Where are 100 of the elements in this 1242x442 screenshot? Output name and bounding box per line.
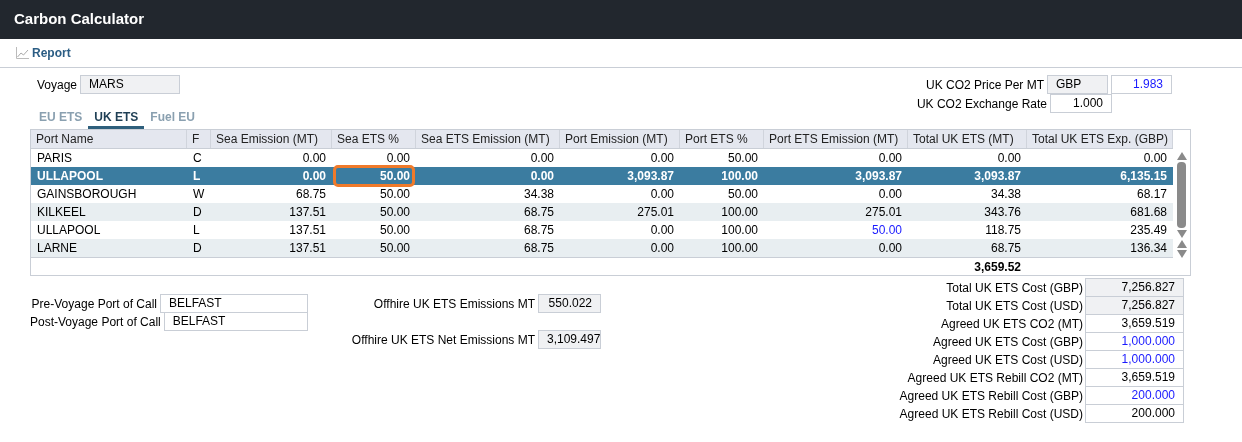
currency-field[interactable]: GBP [1047,75,1108,94]
field-label: Agreed UK ETS Rebill Cost (USD) [899,405,1083,423]
column-header[interactable]: Port Emission (MT) [560,130,680,148]
column-header[interactable]: Sea Emission (MT) [211,130,332,148]
field-label: Offhire UK ETS Emissions MT [373,295,535,313]
table-cell-text: 0.00 [301,150,327,167]
table-cell-text: 0.00 [996,150,1022,167]
table-cell-text: 50.00 [870,222,903,239]
scroll-up-icon[interactable] [1176,152,1187,160]
table-cell-text: 137.51 [288,222,327,239]
table-cell-text: 6,135.15 [1119,168,1168,185]
table-cell-text: 100.00 [720,222,759,239]
table-cell-text: ULLAPOOL [36,168,104,185]
cost-field[interactable]: 200.000 [1085,404,1184,423]
table-cell-text: LARNE [36,240,78,257]
table-cell-text: 0.00 [877,150,903,167]
table-cell-text: 0.00 [301,168,327,185]
table-cell-text: 0.00 [385,150,411,167]
table-cell-text: L [192,222,201,239]
price-field[interactable]: 1.983 [1111,75,1172,94]
voyage-field[interactable]: MARS [80,75,181,94]
table-cell-text: 3,093.87 [973,168,1022,185]
table-cell-text: 50.00 [378,204,411,221]
table-cell-text: 275.01 [636,204,675,221]
table-cell: 50.00 [335,167,413,185]
chart-icon [16,47,29,59]
table-cell-text: 681.68 [1129,204,1168,221]
table-row[interactable]: KILKEEL D 137.51 50.00 68.75 275.01 100.00 275.01 343.76 681.68 [31,203,1173,221]
column-header[interactable]: Sea ETS % [332,130,416,148]
field-label: Offhire UK ETS Net Emissions MT [351,331,535,349]
table-cell-text: GAINSBOROUGH [36,186,138,203]
field-label: Total UK ETS Cost (GBP) [946,279,1083,297]
column-header[interactable]: Port ETS Emission (MT) [764,130,908,148]
table-cell-text: 0.00 [649,222,675,239]
table-cell-text: 68.17 [1135,186,1168,203]
table-cell-text: 275.01 [864,204,903,221]
table-cell-text: 0.00 [877,240,903,257]
table-cell-text: 50.00 [726,186,759,203]
window-title: Carbon Calculator [14,9,145,30]
field-label: Agreed UK ETS Rebill CO2 (MT) [907,369,1083,387]
table-cell-text: 68.75 [989,240,1022,257]
scrollbar-thumb[interactable] [1177,162,1186,228]
field-label: Agreed UK ETS CO2 (MT) [940,315,1083,333]
field-label: Agreed UK ETS Cost (GBP) [932,333,1083,351]
table-cell-text: 50.00 [378,186,411,203]
table-cell-text: 0.00 [649,240,675,257]
table-row[interactable]: LARNE D 137.51 50.00 68.75 0.00 100.00 0.00 68.75 136.34 [31,239,1173,257]
table-cell-text: 0.00 [877,186,903,203]
table-cell-text: 0.00 [529,150,555,167]
table-cell-text: 68.75 [294,186,327,203]
column-header[interactable]: Port ETS % [680,130,764,148]
table-cell-text: L [192,168,202,185]
table-cell-text: 3,093.87 [626,168,675,185]
field-label: Agreed UK ETS Cost (USD) [932,351,1083,369]
table-cell-text: 34.38 [989,186,1022,203]
table-cell-text: ULLAPOOL [36,222,102,239]
column-header[interactable]: Total UK ETS (MT) [908,130,1027,148]
report-button[interactable]: Report [16,44,71,62]
table-cell-text: 0.00 [649,150,675,167]
table-row[interactable]: ULLAPOOL L 0.00 50.00 0.00 3,093.87 100.00 3,093.87 3,093.87 6,135.15 [31,167,1173,185]
field-label: Agreed UK ETS Rebill Cost (GBP) [899,387,1083,405]
table-cell-text: 100.00 [720,240,759,257]
emissions-field[interactable]: 550.022 [538,294,601,313]
table-cell-text: 0.00 [1142,150,1168,167]
table-cell-text: 100.00 [720,168,759,185]
table-cell-text: 136.34 [1129,240,1168,257]
port-field[interactable]: BELFAST [160,294,308,313]
emissions-field[interactable]: 3,109.497 [538,330,601,349]
field-label: Post-Voyage Port of Call [30,313,161,331]
table-cell-text: D [192,204,203,221]
total-value: 3,659.52 [973,259,1021,276]
exchange-rate-field[interactable]: 1.000 [1050,94,1112,113]
table-cell-text: 50.00 [726,150,759,167]
table-cell-text: 68.75 [522,240,555,257]
table-cell-text: PARIS [36,150,74,167]
table-cell-text: W [192,186,206,203]
scroll-down-icon[interactable] [1176,250,1187,258]
table-cell-text: 137.51 [288,204,327,221]
table-cell-text: D [192,240,203,257]
table-cell-text: 343.76 [983,204,1022,221]
column-header[interactable]: Port Name [31,130,187,148]
table-cell-text: 34.38 [522,186,555,203]
column-header[interactable]: Sea ETS Emission (MT) [416,130,560,148]
table-cell-text: 68.75 [522,222,555,239]
column-header[interactable]: F [187,130,211,148]
table-cell-text: 137.51 [288,240,327,257]
scroll-down-icon[interactable] [1176,230,1187,238]
table-cell-text: 100.00 [720,204,759,221]
table-cell-text: KILKEEL [36,204,87,221]
table-cell-text: 3,093.87 [854,168,903,185]
table-cell-text: 68.75 [522,204,555,221]
scroll-up-icon[interactable] [1176,240,1187,248]
port-field[interactable]: BELFAST [163,312,308,331]
field-label: UK CO2 Price Per MT [925,76,1044,94]
field-label: Pre-Voyage Port of Call [31,295,157,313]
table-cell-text: 0.00 [649,186,675,203]
column-header[interactable]: Total UK ETS Exp. (GBP) [1027,130,1173,148]
field-label: UK CO2 Exchange Rate [916,95,1047,113]
table-cell-text: 235.49 [1129,222,1168,239]
table-cell-text: 118.75 [984,222,1022,239]
